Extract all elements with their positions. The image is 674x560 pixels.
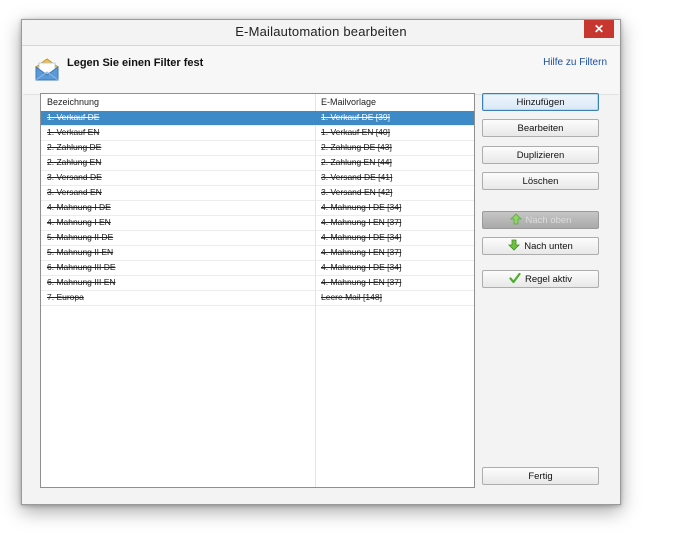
dialog-window: E-Mailautomation bearbeiten ✕ Legen Sie …	[21, 19, 621, 505]
title-bar[interactable]: E-Mailautomation bearbeiten ✕	[22, 20, 620, 46]
table-row[interactable]: 6. Mahnung III EN 4. Mahnung I EN [37]	[41, 276, 474, 291]
row-name-cell: 6. Mahnung III EN	[47, 277, 116, 287]
row-name-cell: 7. Europa	[47, 292, 84, 302]
window-title: E-Mailautomation bearbeiten	[235, 24, 407, 39]
list-header: Bezeichnung E-Mailvorlage	[41, 94, 474, 110]
row-name-cell: 1. Verkauf DE	[47, 112, 100, 122]
row-name-cell: 2. Zahlung DE	[47, 142, 102, 152]
table-row[interactable]: 2. Zahlung EN 2. Zahlung EN [44]	[41, 156, 474, 171]
row-name-cell: 2. Zahlung EN	[47, 157, 102, 167]
envelope-icon	[35, 58, 59, 81]
arrow-down-icon	[508, 240, 521, 252]
rule-active-label: Regel aktiv	[525, 274, 572, 285]
row-template-cell: 4. Mahnung I EN [37]	[321, 247, 402, 257]
checkmark-icon	[509, 273, 521, 284]
row-template-cell: 3. Versand DE [41]	[321, 172, 393, 182]
table-row[interactable]: 7. Europa Leere Mail [148]	[41, 291, 474, 306]
add-button[interactable]: Hinzufügen	[482, 93, 599, 111]
close-button[interactable]: ✕	[584, 20, 614, 38]
row-template-cell: 1. Verkauf DE [39]	[321, 112, 390, 122]
row-name-cell: 4. Mahnung I EN	[47, 217, 111, 227]
table-row[interactable]: 5. Mahnung II EN 4. Mahnung I EN [37]	[41, 246, 474, 261]
table-row[interactable]: 6. Mahnung III DE 4. Mahnung I DE [34]	[41, 261, 474, 276]
help-link[interactable]: Hilfe zu Filtern	[543, 57, 607, 68]
row-template-cell: 4. Mahnung I EN [37]	[321, 217, 402, 227]
move-down-button[interactable]: Nach unten	[482, 237, 599, 255]
table-row[interactable]: 4. Mahnung I DE 4. Mahnung I DE [34]	[41, 201, 474, 216]
row-template-cell: 2. Zahlung DE [43]	[321, 142, 392, 152]
row-name-cell: 1. Verkauf EN	[47, 127, 100, 137]
delete-button[interactable]: Löschen	[482, 172, 599, 190]
column-header-template[interactable]: E-Mailvorlage	[321, 97, 376, 107]
edit-button[interactable]: Bearbeiten	[482, 119, 599, 137]
row-template-cell: 4. Mahnung I DE [34]	[321, 262, 402, 272]
done-button[interactable]: Fertig	[482, 467, 599, 485]
move-up-label: Nach oben	[525, 215, 572, 226]
filter-list[interactable]: Bezeichnung E-Mailvorlage 1. Verkauf DE 1…	[40, 93, 475, 488]
row-template-cell: Leere Mail [148]	[321, 292, 382, 302]
row-name-cell: 4. Mahnung I DE	[47, 202, 111, 212]
row-template-cell: 4. Mahnung I DE [34]	[321, 202, 402, 212]
duplicate-button[interactable]: Duplizieren	[482, 146, 599, 164]
arrow-up-icon	[509, 213, 522, 225]
row-template-cell: 4. Mahnung I EN [37]	[321, 277, 402, 287]
row-name-cell: 6. Mahnung III DE	[47, 262, 116, 272]
column-header-name[interactable]: Bezeichnung	[47, 97, 99, 107]
row-template-cell: 4. Mahnung I DE [34]	[321, 232, 402, 242]
row-name-cell: 5. Mahnung II EN	[47, 247, 114, 257]
table-row[interactable]: 5. Mahnung II DE 4. Mahnung I DE [34]	[41, 231, 474, 246]
table-row[interactable]: 3. Versand EN 3. Versand EN [42]	[41, 186, 474, 201]
row-name-cell: 3. Versand EN	[47, 187, 102, 197]
table-row[interactable]: 1. Verkauf EN 1. Verkauf EN [40]	[41, 126, 474, 141]
table-row[interactable]: 4. Mahnung I EN 4. Mahnung I EN [37]	[41, 216, 474, 231]
row-template-cell: 3. Versand EN [42]	[321, 187, 393, 197]
table-row[interactable]: 3. Versand DE 3. Versand DE [41]	[41, 171, 474, 186]
dialog-header: Legen Sie einen Filter fest Hilfe zu Fil…	[23, 46, 619, 95]
table-row[interactable]: 2. Zahlung DE 2. Zahlung DE [43]	[41, 141, 474, 156]
row-name-cell: 5. Mahnung II DE	[47, 232, 114, 242]
row-template-cell: 2. Zahlung EN [44]	[321, 157, 392, 167]
table-row[interactable]: 1. Verkauf DE 1. Verkauf DE [39]	[41, 111, 474, 126]
row-template-cell: 1. Verkauf EN [40]	[321, 127, 390, 137]
list-rows: 1. Verkauf DE 1. Verkauf DE [39] 1. Verkau…	[41, 111, 474, 306]
rule-active-toggle[interactable]: Regel aktiv	[482, 270, 599, 288]
row-name-cell: 3. Versand DE	[47, 172, 102, 182]
filter-heading: Legen Sie einen Filter fest	[67, 57, 204, 69]
move-up-button[interactable]: Nach oben	[482, 211, 599, 229]
move-down-label: Nach unten	[524, 241, 573, 252]
